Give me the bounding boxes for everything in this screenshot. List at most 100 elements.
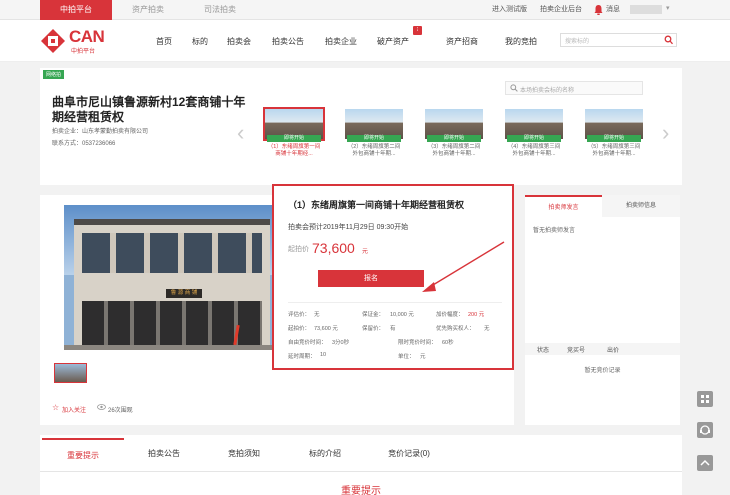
photo-thumbnail[interactable] bbox=[54, 363, 87, 383]
user-avatar[interactable] bbox=[630, 5, 662, 14]
column-bidder-number: 竞买号 bbox=[567, 348, 586, 354]
section-heading: 重要提示 bbox=[341, 486, 381, 495]
lot-caption: （5）东绪周旗第三间外包商铺十年期... bbox=[587, 144, 641, 157]
price-label: 起拍价 bbox=[288, 246, 309, 253]
lot-photo[interactable]: 鲁 源 商 铺 bbox=[64, 205, 280, 350]
test-version-link[interactable]: 进入测试版 bbox=[492, 0, 527, 20]
nav-auctions[interactable]: 拍卖会 bbox=[227, 36, 251, 47]
tab-zhongpai[interactable]: 中拍平台 bbox=[40, 0, 112, 20]
nav-bankrupt-assets[interactable]: 破产资产 bbox=[377, 36, 409, 47]
lot-thumb-3[interactable]: 即将开始 （3）东绪周旗第二间外包商铺十年期... bbox=[425, 109, 483, 179]
field-label: 起拍价： bbox=[288, 326, 311, 332]
tab-auctioneer-speech[interactable]: 拍卖师发言 bbox=[525, 195, 602, 217]
field-value: 73,600 元 bbox=[314, 326, 338, 332]
logo-text: CAN bbox=[69, 27, 105, 46]
carousel-prev-arrow-icon[interactable]: ‹ bbox=[237, 122, 244, 144]
nav-investment[interactable]: 资产招商 bbox=[446, 36, 478, 47]
tab-divider bbox=[40, 471, 682, 472]
tab-auctioneer-info[interactable]: 拍卖师信息 bbox=[602, 195, 680, 217]
bid-table-header: 状态 竞买号 出价 bbox=[525, 343, 680, 355]
lot-caption: （4）东绪周旗第三间外包商铺十年期... bbox=[507, 144, 561, 157]
online-auction-badge: 网络拍 bbox=[43, 70, 65, 79]
back-to-top-icon[interactable] bbox=[697, 455, 713, 471]
signup-button[interactable]: 报名 bbox=[318, 270, 424, 287]
auction-contact: 联系方式：0537236066 bbox=[52, 141, 116, 147]
field-label: 评估价： bbox=[288, 312, 311, 318]
lot-search-input[interactable]: 本场拍卖会标的名称 bbox=[505, 81, 643, 95]
follow-link[interactable]: 加入关注 bbox=[62, 405, 86, 414]
top-bar: 中拍平台 资产拍卖 司法拍卖 进入测试版 拍卖企业后台 消息 ▾ bbox=[0, 0, 730, 20]
starting-price: 73,600 bbox=[312, 240, 355, 256]
tab-bid-records[interactable]: 竞价记录(0) bbox=[366, 438, 452, 470]
field-label: 限时竞价时间： bbox=[398, 340, 437, 346]
field-value: 无 bbox=[484, 326, 490, 332]
lot-status-badge: 即将开始 bbox=[587, 135, 641, 142]
messages-link[interactable]: 消息 bbox=[606, 0, 620, 20]
company-backend-link[interactable]: 拍卖企业后台 bbox=[540, 0, 582, 20]
lot-detail: 鲁 源 商 铺 ☆ 加入关注 26次围观 （1）东绪周旗第一间商铺十年期经营租赁… bbox=[40, 184, 514, 425]
nav-announcements[interactable]: 拍卖公告 bbox=[272, 36, 304, 47]
lot-caption: （2）东绪周旗第二间外包商铺十年期... bbox=[347, 144, 401, 157]
chevron-down-icon[interactable]: ▾ bbox=[666, 4, 670, 12]
field-label: 自由竞价时间： bbox=[288, 340, 327, 346]
tab-bidding-rules[interactable]: 竞拍须知 bbox=[204, 438, 284, 470]
field-value: 无 bbox=[314, 312, 320, 318]
header: CAN 中拍平台 首页 标的 拍卖会 拍卖公告 拍卖企业 破产资产 ⁝ 资产招商… bbox=[0, 20, 730, 62]
lot-caption: （1）东绪周旗第一间商铺十年期经... bbox=[267, 144, 321, 157]
photo-window-band bbox=[82, 233, 262, 273]
column-bid: 出价 bbox=[607, 348, 620, 354]
empty-speech-text: 暂无拍卖师发言 bbox=[533, 228, 576, 234]
detail-tabs: 重要提示 拍卖公告 竞拍须知 标的介绍 竞价记录(0) 重要提示 bbox=[40, 435, 682, 495]
field-label: 加价幅度： bbox=[436, 312, 464, 318]
photo-roofline bbox=[74, 219, 270, 225]
lot-thumb-5[interactable]: 即将开始 （5）东绪周旗第三间外包商铺十年期... bbox=[585, 109, 643, 179]
empty-bids-text: 暂无竞价记录 bbox=[584, 368, 621, 374]
logo-subtitle: 中拍平台 bbox=[71, 49, 96, 55]
field-value: 3分0秒 bbox=[332, 340, 350, 346]
photo-shop-sign: 鲁 源 商 铺 bbox=[166, 289, 202, 298]
field-value: 60秒 bbox=[442, 340, 454, 346]
nav-home[interactable]: 首页 bbox=[156, 36, 172, 47]
header-search[interactable]: 搜索标的 bbox=[560, 33, 677, 47]
tab-auction-announcement[interactable]: 拍卖公告 bbox=[124, 438, 204, 470]
lot-thumb-2[interactable]: 即将开始 （2）东绪周旗第二间外包商铺十年期... bbox=[345, 109, 403, 179]
field-value: 有 bbox=[390, 326, 396, 332]
auction-summary: 网络拍 曲阜市尼山镇鲁源新村12套商铺十年期经营租赁权 拍卖企业：山东孝蒙勤拍卖… bbox=[40, 68, 682, 185]
field-label: 保留价： bbox=[362, 326, 385, 332]
lot-info-divider bbox=[288, 302, 502, 303]
field-value-highlight: 200 元 bbox=[468, 312, 485, 318]
new-badge-icon: ⁝ bbox=[413, 26, 422, 35]
lot-status-badge: 即将开始 bbox=[427, 135, 481, 142]
search-icon[interactable] bbox=[664, 35, 673, 47]
eye-icon bbox=[97, 404, 106, 412]
annotation-arrow-icon bbox=[422, 241, 505, 292]
lot-status-badge: 即将开始 bbox=[507, 135, 561, 142]
lot-info-box: （1）东绪周旗第一间商铺十年期经营租赁权 拍卖会预计2019年11月29日 09… bbox=[272, 184, 514, 370]
tab-important-notice[interactable]: 重要提示 bbox=[42, 438, 124, 470]
lot-start-time: 拍卖会预计2019年11月29日 09:30开始 bbox=[288, 224, 409, 231]
lot-thumb-4[interactable]: 即将开始 （4）东绪周旗第三间外包商铺十年期... bbox=[505, 109, 563, 179]
star-icon[interactable]: ☆ bbox=[52, 403, 59, 412]
lot-thumb-1[interactable]: 即将开始 （1）东绪周旗第一间商铺十年期经... bbox=[263, 107, 325, 179]
nav-my-bids[interactable]: 我的竞拍 bbox=[505, 36, 537, 47]
carousel-next-arrow-icon[interactable]: › bbox=[662, 122, 669, 144]
auction-company: 拍卖企业：山东孝蒙勤拍卖有限公司 bbox=[52, 129, 149, 135]
tab-lot-introduction[interactable]: 标的介绍 bbox=[284, 438, 366, 470]
lot-caption: （3）东绪周旗第二间外包商铺十年期... bbox=[427, 144, 481, 157]
tab-judicial-auction[interactable]: 司法拍卖 bbox=[184, 0, 256, 20]
auction-title: 曲阜市尼山镇鲁源新村12套商铺十年期经营租赁权 bbox=[52, 95, 246, 124]
nav-companies[interactable]: 拍卖企业 bbox=[325, 36, 357, 47]
price-unit: 元 bbox=[362, 249, 369, 255]
column-status: 状态 bbox=[537, 348, 550, 354]
auctioneer-panel: 拍卖师发言 拍卖师信息 暂无拍卖师发言 状态 竞买号 出价 暂无竞价记录 bbox=[525, 195, 680, 425]
field-label: 保证金： bbox=[362, 312, 385, 318]
can-logo[interactable]: CAN 中拍平台 bbox=[40, 27, 115, 56]
headset-icon[interactable] bbox=[697, 422, 713, 438]
field-value: 10 bbox=[320, 352, 327, 358]
bell-icon[interactable] bbox=[594, 5, 603, 17]
tab-asset-auction[interactable]: 资产拍卖 bbox=[112, 0, 184, 20]
qrcode-icon[interactable] bbox=[697, 391, 713, 407]
search-placeholder: 搜索标的 bbox=[565, 39, 590, 45]
nav-lots[interactable]: 标的 bbox=[192, 36, 208, 47]
view-count: 26次围观 bbox=[108, 408, 133, 414]
